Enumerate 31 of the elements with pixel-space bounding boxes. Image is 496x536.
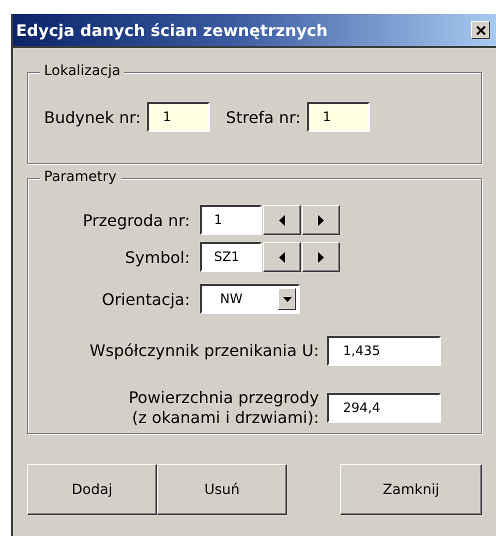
dialog-button[interactable]: Zamknij — [340, 464, 482, 515]
dialog-button[interactable]: Usuń — [157, 464, 287, 515]
left-triangle-icon — [279, 252, 285, 262]
field-label: Strefa nr: — [226, 108, 301, 126]
frame-legend: Parametry — [40, 169, 121, 185]
close-icon — [476, 26, 486, 34]
previous-button[interactable] — [263, 205, 301, 235]
previous-button[interactable] — [263, 242, 301, 272]
left-triangle-icon — [279, 214, 285, 226]
input-field[interactable]: 1 — [146, 102, 210, 132]
frame-legend: Lokalizacja — [40, 63, 124, 79]
next-button[interactable] — [302, 205, 340, 235]
field-label: Orientacja: — [100, 290, 190, 308]
right-triangle-icon — [318, 252, 324, 262]
input-field[interactable]: SZ1 — [200, 242, 262, 272]
field-label: Powierzchnia przegrody (z okanami i drzwiami): — [128, 388, 319, 428]
field-label: Współczynnik przenikania U: — [88, 341, 319, 361]
field-label: Budynek nr: — [44, 108, 141, 126]
input-field[interactable]: 1 — [200, 205, 262, 235]
right-triangle-icon — [318, 214, 324, 226]
field-label: Przegroda nr: — [82, 210, 190, 230]
dropdown-arrow-icon — [282, 296, 292, 302]
dialog-button[interactable]: Dodaj — [27, 464, 157, 515]
window-title: Edycja danych ścian zewnętrznych — [16, 20, 328, 40]
input-field[interactable]: 1,435 — [327, 336, 441, 366]
input-field[interactable]: 294,4 — [327, 393, 441, 423]
orientation-dropdown[interactable]: NW — [200, 284, 300, 314]
field-label: Symbol: — [124, 248, 190, 266]
close-button[interactable] — [471, 21, 490, 39]
next-button[interactable] — [302, 242, 340, 272]
input-field[interactable]: 1 — [306, 102, 370, 132]
